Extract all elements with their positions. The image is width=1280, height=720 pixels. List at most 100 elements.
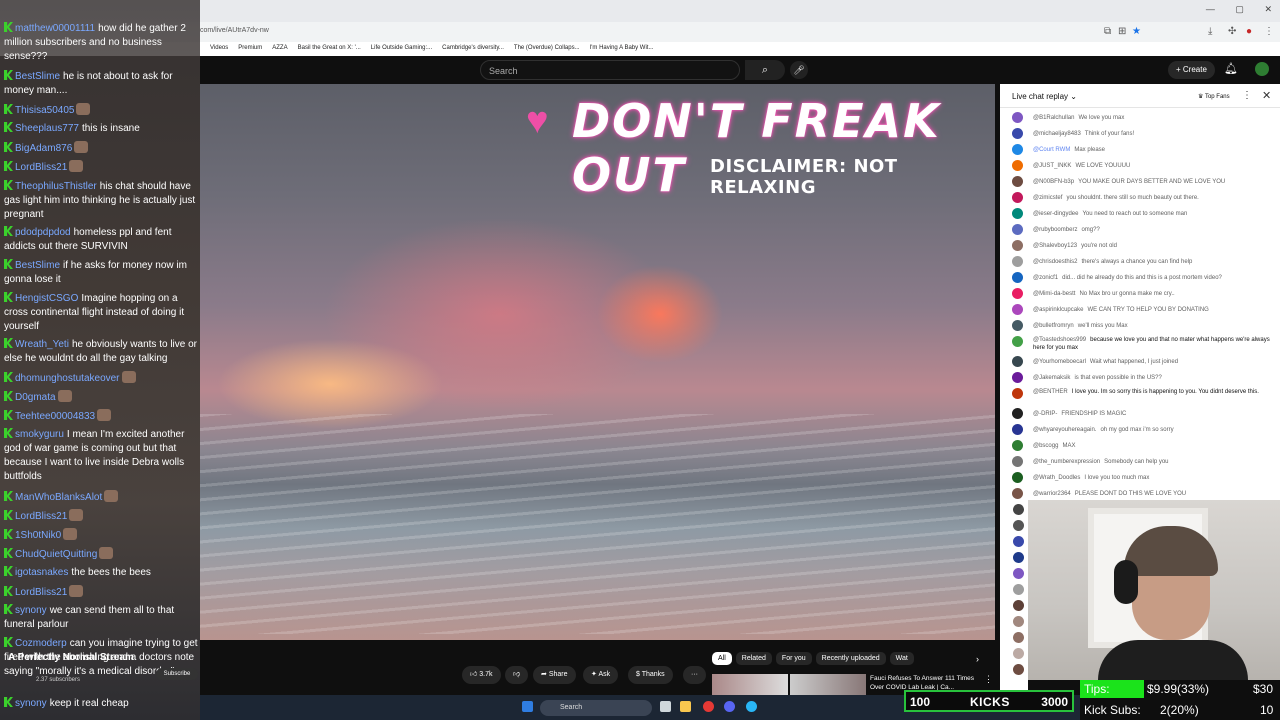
download-icon[interactable]: ⤓ bbox=[1208, 26, 1212, 37]
chat-author[interactable]: @Toastedshoes999 bbox=[1033, 337, 1086, 343]
chat-avatar[interactable] bbox=[1012, 240, 1023, 251]
bookmark-item[interactable]: I'm Having A Baby Wit... bbox=[590, 45, 654, 51]
chat-author[interactable]: @Jakemaksik bbox=[1033, 375, 1070, 381]
like-button[interactable]: 👍︎ 3.7k bbox=[462, 666, 501, 684]
chat-username[interactable]: Thisisa50405 bbox=[15, 105, 74, 116]
chat-username[interactable]: BestSlime bbox=[15, 71, 60, 82]
chat-author[interactable]: @chrisdoesthis2 bbox=[1033, 259, 1077, 265]
chat-avatar[interactable] bbox=[1012, 144, 1023, 155]
chat-author[interactable]: @michaeljay8483 bbox=[1033, 131, 1081, 137]
chat-avatar[interactable] bbox=[1012, 192, 1023, 203]
screenshot-icon[interactable]: ⊞ bbox=[1118, 26, 1126, 37]
url-text[interactable]: com/live/AUtrA7dv-nw bbox=[200, 27, 269, 34]
notification-bell-icon[interactable]: 🔔︎ bbox=[1224, 62, 1238, 75]
tab-watched[interactable]: Wat bbox=[889, 652, 914, 665]
chat-avatar[interactable] bbox=[1012, 176, 1023, 187]
tab-related[interactable]: Related bbox=[735, 652, 772, 665]
chat-avatar[interactable] bbox=[1012, 160, 1023, 171]
chat-author[interactable]: @ieser-dingydee bbox=[1033, 211, 1078, 217]
chat-author[interactable]: @Yourhomeboecarl bbox=[1033, 359, 1086, 365]
extension-icon[interactable]: ⧉ bbox=[1104, 26, 1111, 37]
kebab-menu-icon[interactable]: ⋮ bbox=[1264, 26, 1274, 37]
chat-avatar[interactable] bbox=[1012, 440, 1023, 451]
chat-author[interactable]: @the_numberexpression bbox=[1033, 459, 1100, 465]
chat-author[interactable]: @warrior2364 bbox=[1033, 491, 1071, 497]
chat-username[interactable]: BigAdam876 bbox=[15, 143, 72, 154]
more-actions-button[interactable]: ··· bbox=[683, 666, 706, 684]
chat-author[interactable]: @rubyboomberz bbox=[1033, 227, 1077, 233]
chat-username[interactable]: Cozmoderp bbox=[15, 638, 67, 649]
chat-username[interactable]: Wreath_Yeti bbox=[15, 339, 69, 350]
chat-username[interactable]: pdodpdpdod bbox=[15, 227, 71, 238]
bookmark-item[interactable]: Life Outside Gaming:... bbox=[371, 45, 432, 51]
chat-username[interactable]: TheophilusThistler bbox=[15, 181, 97, 192]
chat-username[interactable]: BestSlime bbox=[15, 260, 60, 271]
video-player[interactable]: ♥ DON'T FREAK OUT DISCLAIMER: NOT RELAXI… bbox=[200, 84, 995, 640]
chat-author[interactable]: @B1Ralchullan bbox=[1033, 115, 1074, 121]
chevron-right-icon[interactable]: › bbox=[976, 654, 979, 664]
chat-author[interactable]: @bulletfromryn bbox=[1033, 323, 1074, 329]
chat-avatar[interactable] bbox=[1012, 488, 1023, 499]
ask-button[interactable]: ✦ Ask bbox=[583, 666, 619, 684]
tab-for-you[interactable]: For you bbox=[775, 652, 812, 665]
star-icon[interactable]: ★ bbox=[1132, 26, 1141, 37]
chrome-icon[interactable] bbox=[703, 701, 714, 712]
discord-icon[interactable] bbox=[724, 701, 735, 712]
chat-author[interactable]: @Wrath_Doodles bbox=[1033, 475, 1080, 481]
search-input[interactable]: Search bbox=[480, 60, 740, 80]
chat-username[interactable]: dhomunghostutakeover bbox=[15, 373, 120, 384]
chat-author[interactable]: @bscogg bbox=[1033, 443, 1058, 449]
chat-avatar[interactable] bbox=[1012, 208, 1023, 219]
chat-avatar[interactable] bbox=[1012, 224, 1023, 235]
bookmark-item[interactable]: The (Overdue) Collaps... bbox=[514, 45, 580, 51]
chat-avatar[interactable] bbox=[1012, 372, 1023, 383]
chat-username[interactable]: synony bbox=[15, 698, 47, 709]
chat-author[interactable]: @N00BFN-b3p bbox=[1033, 179, 1074, 185]
bookmark-item[interactable]: Cambridge's diversity... bbox=[442, 45, 504, 51]
chat-author[interactable]: @JUST_INKK bbox=[1033, 163, 1071, 169]
chat-author[interactable]: @-DRIP- bbox=[1033, 411, 1057, 417]
chat-author[interactable]: @zonicf1 bbox=[1033, 275, 1058, 281]
recommended-thumbnail[interactable] bbox=[712, 674, 788, 696]
chat-author[interactable]: @whyareyouhereagain. bbox=[1033, 427, 1096, 433]
chat-username[interactable]: Teehtee00004833 bbox=[15, 411, 95, 422]
chat-avatar[interactable] bbox=[1012, 336, 1023, 347]
recommended-thumbnail[interactable] bbox=[790, 674, 866, 696]
taskbar-search-input[interactable]: Search bbox=[540, 700, 652, 716]
profile-icon[interactable]: ● bbox=[1246, 26, 1252, 37]
chat-username[interactable]: matthew00001111 bbox=[15, 23, 95, 34]
subscribe-button[interactable]: Subscribe bbox=[156, 668, 198, 680]
live-chat-title[interactable]: Live chat replay ⌄ bbox=[1012, 92, 1077, 101]
bookmark-item[interactable]: Videos bbox=[210, 45, 228, 51]
kebab-menu-icon[interactable]: ⋮ bbox=[984, 674, 993, 685]
share-button[interactable]: ➦ Share bbox=[533, 666, 576, 684]
tab-recently-uploaded[interactable]: Recently uploaded bbox=[815, 652, 886, 665]
search-icon[interactable]: ⌕ bbox=[745, 60, 785, 80]
chat-avatar[interactable] bbox=[1012, 356, 1023, 367]
top-fans-badge[interactable]: ♛ Top Fans bbox=[1198, 93, 1230, 100]
chat-username[interactable]: D0gmata bbox=[15, 392, 56, 403]
chat-avatar[interactable] bbox=[1012, 128, 1023, 139]
windows-start-icon[interactable] bbox=[522, 701, 533, 712]
chat-username[interactable]: LordBliss21 bbox=[15, 162, 67, 173]
chat-username[interactable]: LordBliss21 bbox=[15, 587, 67, 598]
channel-title[interactable]: A Perfectly Normal Stream bbox=[8, 652, 134, 663]
chat-author[interactable]: @Court RWM bbox=[1033, 147, 1070, 153]
task-view-icon[interactable] bbox=[660, 701, 671, 712]
tab-all[interactable]: All bbox=[712, 652, 732, 665]
chat-username[interactable]: synony bbox=[15, 605, 47, 616]
puzzle-icon[interactable]: ✣ bbox=[1228, 26, 1236, 37]
chat-username[interactable]: igotasnakes bbox=[15, 567, 68, 578]
minimize-icon[interactable]: — bbox=[1206, 4, 1215, 14]
close-icon[interactable]: ✕ bbox=[1264, 4, 1272, 14]
app-icon[interactable] bbox=[746, 701, 757, 712]
close-icon[interactable]: ✕ bbox=[1262, 89, 1271, 102]
chat-avatar[interactable] bbox=[1012, 320, 1023, 331]
chat-avatar[interactable] bbox=[1012, 288, 1023, 299]
bookmark-item[interactable]: AZZA bbox=[272, 45, 287, 51]
chat-avatar[interactable] bbox=[1012, 388, 1023, 399]
dislike-button[interactable]: 👎︎ bbox=[505, 666, 529, 684]
chat-avatar[interactable] bbox=[1012, 304, 1023, 315]
chat-avatar[interactable] bbox=[1012, 256, 1023, 267]
chat-author[interactable]: @aspirinklcupcake bbox=[1033, 307, 1083, 313]
